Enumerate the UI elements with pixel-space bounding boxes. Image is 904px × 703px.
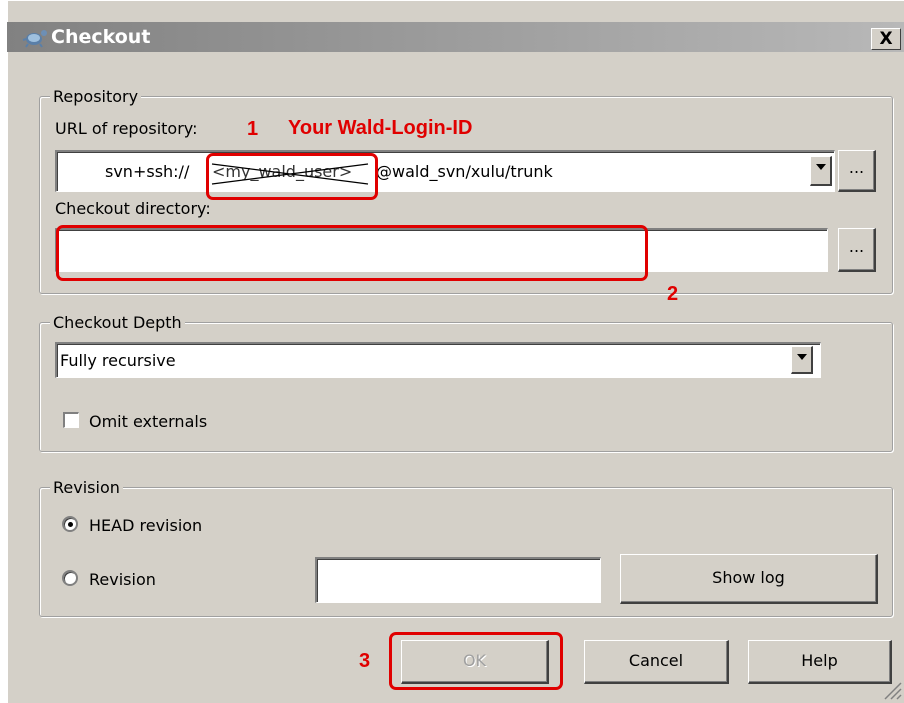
revision-legend: Revision — [50, 479, 123, 497]
annotation-3-number: 3 — [359, 650, 371, 672]
checkout-depth-legend: Checkout Depth — [50, 314, 185, 332]
url-dropdown-button[interactable] — [810, 156, 832, 186]
revision-radio[interactable] — [62, 570, 78, 586]
checkout-directory-label: Checkout directory: — [55, 199, 211, 218]
depth-dropdown-button[interactable] — [791, 346, 813, 374]
chevron-down-icon — [797, 354, 807, 360]
close-button[interactable]: X — [871, 28, 901, 50]
head-revision-label: HEAD revision — [89, 516, 203, 535]
revision-input[interactable] — [315, 557, 601, 603]
url-suffix: @wald_svn/xulu/trunk — [376, 162, 553, 181]
cancel-button[interactable]: Cancel — [584, 640, 729, 684]
url-browse-button[interactable]: ... — [838, 150, 876, 192]
annotation-login-box — [206, 153, 378, 200]
omit-externals-label: Omit externals — [89, 412, 208, 431]
annotation-1-text: Your Wald-Login-ID — [288, 117, 473, 139]
directory-browse-button[interactable]: ... — [838, 228, 876, 272]
annotation-1-number: 1 — [247, 118, 259, 140]
revision-label: Revision — [89, 570, 156, 589]
repository-legend: Repository — [50, 88, 142, 106]
depth-selected-value: Fully recursive — [60, 351, 176, 370]
annotation-ok-box — [389, 632, 563, 690]
resize-grip-icon[interactable] — [882, 680, 902, 700]
help-button[interactable]: Help — [748, 640, 892, 684]
show-log-button[interactable]: Show log — [620, 554, 878, 604]
url-prefix: svn+ssh:// — [105, 162, 190, 181]
depth-select[interactable]: Fully recursive — [55, 342, 821, 378]
url-label: URL of repository: — [55, 119, 198, 138]
window-title: Checkout — [51, 26, 151, 48]
omit-externals-checkbox[interactable] — [63, 412, 79, 428]
chevron-down-icon — [816, 164, 826, 170]
url-combobox[interactable]: svn+ssh:// <my_wald_user> @wald_svn/xulu… — [55, 150, 835, 192]
tortoise-icon — [22, 30, 47, 48]
annotation-directory-box — [56, 225, 648, 281]
annotation-2-number: 2 — [667, 283, 679, 305]
head-revision-radio[interactable] — [62, 516, 78, 532]
